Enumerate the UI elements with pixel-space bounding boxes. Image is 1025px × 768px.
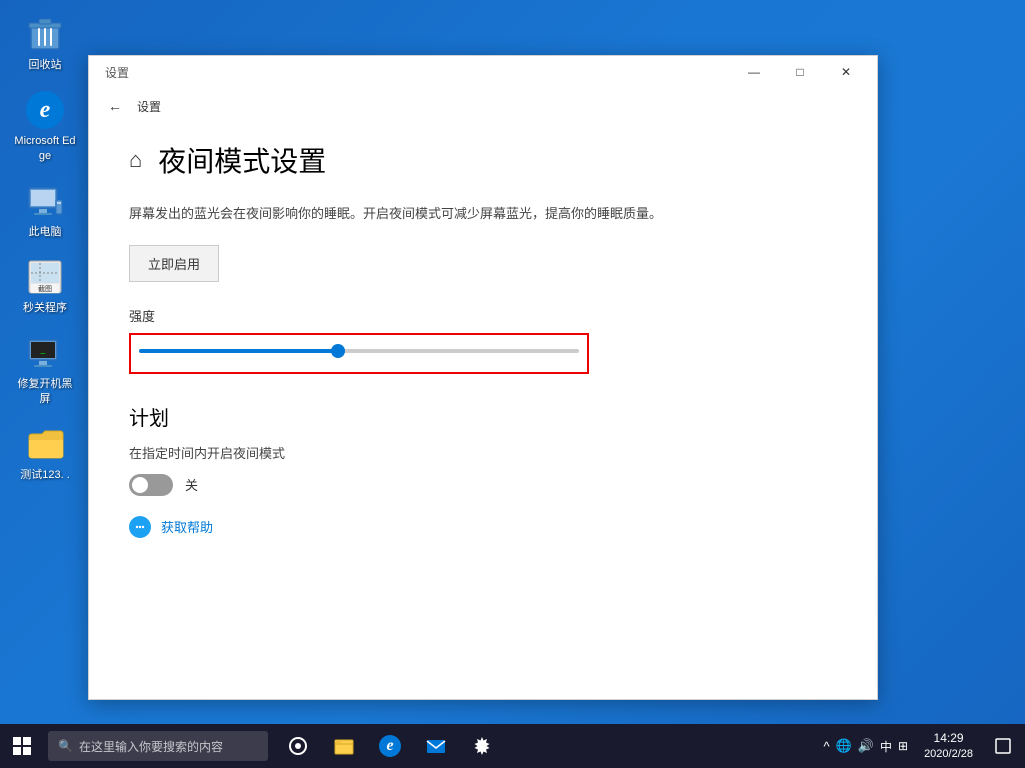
fix-label: 修复开机黑屏 bbox=[14, 377, 76, 406]
page-description: 屏幕发出的蓝光会在夜间影响你的睡眠。开启夜间模式可减少屏幕蓝光，提高你的睡眠质量… bbox=[129, 204, 837, 225]
intensity-slider[interactable] bbox=[139, 341, 579, 361]
taskbar: 🔍 在这里输入你要搜索的内容 e bbox=[0, 724, 1025, 768]
desktop-icon-fix[interactable]: _ 修复开机黑屏 bbox=[10, 329, 80, 410]
plan-title: 计划 bbox=[129, 402, 837, 431]
toggle-knob bbox=[132, 477, 148, 493]
settings-taskbar-button[interactable] bbox=[460, 724, 504, 768]
help-chat-icon bbox=[129, 516, 151, 538]
recycle-bin-icon bbox=[25, 14, 65, 54]
fix-icon: _ bbox=[25, 333, 65, 373]
taskbar-right: ^ 🌐 🔊 中 ⊞ 14:29 2020/2/28 bbox=[816, 724, 1025, 768]
desktop-icon-recycle-bin[interactable]: 回收站 bbox=[10, 10, 80, 76]
intensity-slider-container bbox=[129, 333, 589, 374]
svg-text:截图: 截图 bbox=[38, 284, 52, 293]
desktop-icon-this-pc[interactable]: 此电脑 bbox=[10, 177, 80, 243]
systray: ^ 🌐 🔊 中 ⊞ bbox=[816, 724, 917, 768]
taskbar-search[interactable]: 🔍 在这里输入你要搜索的内容 bbox=[48, 731, 268, 761]
edge-taskbar-button[interactable]: e bbox=[368, 724, 412, 768]
taskview-button[interactable] bbox=[276, 724, 320, 768]
input-icon[interactable]: ⊞ bbox=[898, 739, 908, 753]
window-title: 设置 bbox=[105, 64, 129, 81]
recycle-bin-label: 回收站 bbox=[29, 58, 62, 72]
taskbar-search-icon: 🔍 bbox=[58, 739, 73, 753]
start-button[interactable] bbox=[0, 724, 44, 768]
clock-time: 14:29 bbox=[934, 730, 964, 747]
taskbar-search-placeholder: 在这里输入你要搜索的内容 bbox=[79, 738, 223, 755]
enable-button[interactable]: 立即启用 bbox=[129, 245, 219, 282]
window-titlebar: 设置 — □ ✕ bbox=[89, 56, 877, 88]
arrow-up-icon[interactable]: ^ bbox=[824, 739, 830, 754]
page-header: ⌂ 夜间模式设置 bbox=[129, 140, 837, 180]
settings-window: 设置 — □ ✕ ← 设置 ⌂ 夜间模式设置 屏幕发出的蓝光会在夜间影响你的睡眠… bbox=[88, 55, 878, 700]
desktop-icons: 回收站 e Microsoft Edge 此电脑 bbox=[10, 10, 80, 486]
close-button[interactable]: ✕ bbox=[823, 56, 869, 88]
back-button[interactable]: ← bbox=[101, 92, 129, 120]
ai-indicator bbox=[417, 704, 461, 724]
this-pc-label: 此电脑 bbox=[29, 225, 62, 239]
volume-icon[interactable]: 🔊 bbox=[858, 738, 874, 754]
page-title: 夜间模式设置 bbox=[158, 140, 326, 180]
screenshot-label: 秒关程序 bbox=[23, 301, 67, 315]
edge-icon: e bbox=[25, 90, 65, 130]
intensity-label: 强度 bbox=[129, 306, 837, 325]
ime-icon[interactable]: 中 bbox=[880, 738, 892, 755]
this-pc-icon bbox=[25, 181, 65, 221]
window-content: ⌂ 夜间模式设置 屏幕发出的蓝光会在夜间影响你的睡眠。开启夜间模式可减少屏幕蓝光… bbox=[89, 120, 877, 699]
help-row: 获取帮助 bbox=[129, 516, 837, 538]
svg-text:_: _ bbox=[40, 345, 46, 354]
plan-schedule-label: 在指定时间内开启夜间模式 bbox=[129, 443, 837, 462]
plan-section: 计划 在指定时间内开启夜间模式 关 bbox=[129, 402, 837, 496]
windows-logo-icon bbox=[13, 737, 31, 755]
night-mode-toggle[interactable] bbox=[129, 474, 173, 496]
window-controls: — □ ✕ bbox=[731, 56, 869, 88]
test-folder-icon bbox=[25, 424, 65, 464]
minimize-button[interactable]: — bbox=[731, 56, 777, 88]
window-nav: ← 设置 bbox=[89, 88, 877, 120]
file-explorer-button[interactable] bbox=[322, 724, 366, 768]
screenshot-icon: 截图 bbox=[25, 257, 65, 297]
mail-button[interactable] bbox=[414, 724, 458, 768]
taskbar-apps: e bbox=[276, 724, 504, 768]
maximize-button[interactable]: □ bbox=[777, 56, 823, 88]
nav-title: 设置 bbox=[137, 98, 161, 115]
clock-date: 2020/2/28 bbox=[924, 747, 973, 762]
network-icon[interactable]: 🌐 bbox=[836, 738, 852, 754]
edge-label: Microsoft Edge bbox=[14, 134, 76, 163]
home-icon: ⌂ bbox=[129, 147, 142, 173]
help-link[interactable]: 获取帮助 bbox=[161, 517, 213, 536]
desktop-icon-screenshot[interactable]: 截图 秒关程序 bbox=[10, 253, 80, 319]
desktop: 回收站 e Microsoft Edge 此电脑 bbox=[0, 0, 1025, 768]
toggle-state-label: 关 bbox=[185, 475, 198, 494]
notification-button[interactable] bbox=[981, 724, 1025, 768]
desktop-icon-test[interactable]: 测试123. . bbox=[10, 420, 80, 486]
taskbar-clock[interactable]: 14:29 2020/2/28 bbox=[916, 724, 981, 768]
test-folder-label: 测试123. . bbox=[20, 468, 70, 482]
toggle-row: 关 bbox=[129, 474, 837, 496]
desktop-icon-edge[interactable]: e Microsoft Edge bbox=[10, 86, 80, 167]
